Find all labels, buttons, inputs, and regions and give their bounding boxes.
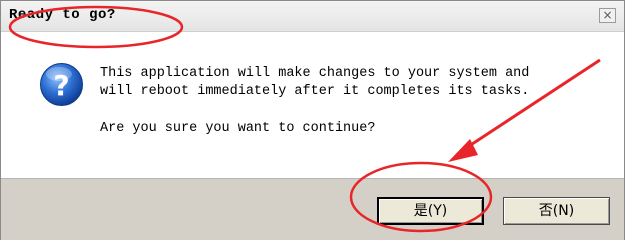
confirmation-question: Are you sure you want to continue? [100, 121, 376, 136]
button-bar: 是(Y) 否(N) [1, 178, 624, 240]
dialog-title: Ready to go? [9, 7, 116, 23]
title-bar[interactable]: Ready to go? × [1, 1, 624, 32]
no-button[interactable]: 否(N) [503, 197, 610, 225]
close-button[interactable]: × [599, 8, 616, 23]
question-glyph: ? [53, 69, 69, 102]
message-area: ? This application will make changes to … [1, 32, 624, 178]
yes-button[interactable]: 是(Y) [377, 197, 484, 225]
confirmation-dialog: Ready to go? × ? This application will m… [0, 0, 625, 240]
message-line-1: This application will make changes to yo… [100, 66, 530, 81]
message-line-2: will reboot immediately after it complet… [100, 84, 530, 99]
question-icon: ? [40, 63, 83, 106]
